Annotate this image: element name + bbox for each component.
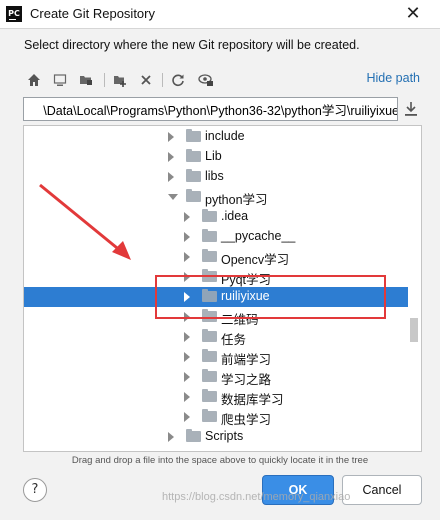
show-hidden-icon[interactable] xyxy=(196,70,216,90)
annotation-highlight-box xyxy=(155,275,386,319)
close-button[interactable]: ✕ xyxy=(390,0,436,28)
hide-path-link[interactable]: Hide path xyxy=(366,71,420,85)
folder-icon xyxy=(202,409,217,422)
tree-row[interactable]: 前端学习 xyxy=(24,347,408,367)
folder-icon xyxy=(186,129,201,142)
expand-arrow-icon[interactable] xyxy=(168,132,174,142)
tree-row-label: Opencv学习 xyxy=(221,253,290,267)
expand-arrow-icon[interactable] xyxy=(184,352,190,362)
folder-icon xyxy=(186,429,201,442)
dialog-prompt: Select directory where the new Git repos… xyxy=(24,38,360,52)
tree-row[interactable]: .idea xyxy=(24,207,408,227)
cancel-button[interactable]: Cancel xyxy=(342,475,422,505)
drag-drop-hint: Drag and drop a file into the space abov… xyxy=(71,455,369,466)
expand-arrow-icon[interactable] xyxy=(184,212,190,222)
download-icon[interactable] xyxy=(403,100,419,118)
folder-icon xyxy=(202,249,217,262)
folder-icon xyxy=(202,209,217,222)
project-icon[interactable] xyxy=(76,70,96,90)
tree-row[interactable]: __pycache__ xyxy=(24,227,408,247)
tree-row[interactable]: Lib xyxy=(24,147,408,167)
folder-icon xyxy=(202,349,217,362)
desktop-icon[interactable] xyxy=(50,70,70,90)
tree-row-label: 任务 xyxy=(221,333,247,347)
expand-arrow-icon[interactable] xyxy=(168,432,174,442)
expand-arrow-icon[interactable] xyxy=(184,392,190,402)
folder-icon xyxy=(186,189,201,202)
tree-row[interactable]: Scripts xyxy=(24,427,408,447)
tree-row-label: 前端学习 xyxy=(221,353,272,367)
tree-row[interactable]: 学习之路 xyxy=(24,367,408,387)
window-title: Create Git Repository xyxy=(30,6,155,21)
folder-icon xyxy=(202,369,217,382)
expand-arrow-icon[interactable] xyxy=(168,152,174,162)
tree-row-label: 爬虫学习 xyxy=(221,413,272,427)
tree-row[interactable]: 爬虫学习 xyxy=(24,407,408,427)
folder-icon xyxy=(186,149,201,162)
delete-icon[interactable] xyxy=(136,70,156,90)
expand-arrow-icon[interactable] xyxy=(168,172,174,182)
pycharm-app-icon: PC xyxy=(6,6,22,22)
tree-row-label: .idea xyxy=(221,209,249,223)
scrollbar-thumb[interactable] xyxy=(410,318,418,342)
tree-row[interactable]: Opencv学习 xyxy=(24,247,408,267)
expand-arrow-icon[interactable] xyxy=(184,232,190,242)
expand-arrow-icon[interactable] xyxy=(184,252,190,262)
home-icon[interactable] xyxy=(24,70,44,90)
expand-arrow-icon[interactable] xyxy=(184,332,190,342)
folder-icon xyxy=(202,389,217,402)
tree-row-label: libs xyxy=(205,169,224,183)
tree-row[interactable]: include xyxy=(24,127,408,147)
path-input[interactable] xyxy=(24,98,397,120)
folder-icon xyxy=(202,329,217,342)
tree-row[interactable]: libs xyxy=(24,167,408,187)
folder-icon xyxy=(202,229,217,242)
expand-arrow-icon[interactable] xyxy=(184,372,190,382)
tree-row[interactable]: 数据库学习 xyxy=(24,387,408,407)
tree-row-label: 数据库学习 xyxy=(221,393,284,407)
watermark: https://blog.csdn.net/memory_qianxiao xyxy=(162,491,351,503)
refresh-icon[interactable] xyxy=(168,70,188,90)
path-field[interactable] xyxy=(23,97,398,121)
title-bar: PC Create Git Repository ✕ xyxy=(0,0,440,29)
help-button[interactable]: ? xyxy=(23,478,47,502)
expand-arrow-icon[interactable] xyxy=(184,412,190,422)
new-folder-icon[interactable] xyxy=(110,70,130,90)
tree-row-label: Scripts xyxy=(205,429,244,443)
vertical-scrollbar[interactable] xyxy=(408,126,420,451)
toolbar-separator xyxy=(162,73,163,87)
collapse-arrow-icon[interactable] xyxy=(168,194,178,200)
tree-row[interactable]: 任务 xyxy=(24,327,408,347)
tree-row[interactable]: python学习 xyxy=(24,187,408,207)
tree-row-label: include xyxy=(205,129,245,143)
tree-row-label: 学习之路 xyxy=(221,373,272,387)
toolbar: Hide path xyxy=(24,68,420,92)
tree-row-label: python学习 xyxy=(205,193,268,207)
toolbar-separator xyxy=(104,73,105,87)
folder-icon xyxy=(186,169,201,182)
tree-row-label: __pycache__ xyxy=(221,229,296,243)
tree-row-label: Lib xyxy=(205,149,222,163)
